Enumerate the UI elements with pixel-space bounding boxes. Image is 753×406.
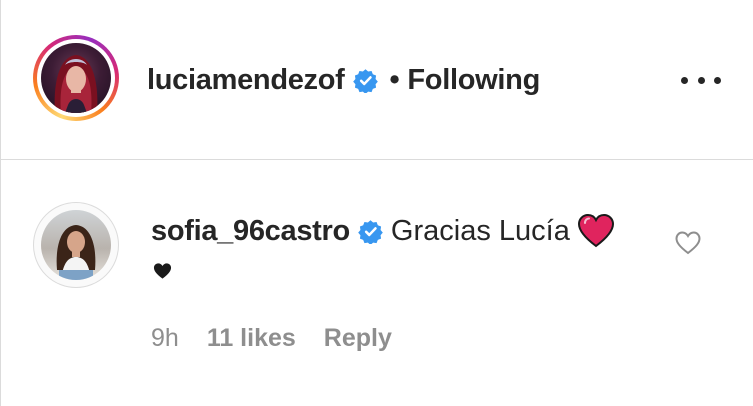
author-avatar [41, 43, 111, 113]
more-options-icon[interactable] [681, 68, 721, 92]
verified-badge-icon [358, 219, 383, 244]
author-username[interactable]: luciamendezof [147, 64, 345, 97]
story-ring[interactable] [33, 35, 119, 121]
separator-dot: • [389, 63, 400, 96]
heart-outline-icon[interactable] [675, 231, 701, 255]
following-button[interactable]: Following [407, 64, 540, 97]
comment-text: Gracias Lucía [390, 214, 570, 247]
comment-panel: luciamendezof • Following sofia_96castro [0, 0, 753, 406]
post-header: luciamendezof • Following [1, 0, 753, 160]
comment-body-line2 [153, 259, 172, 283]
comment-likes-count[interactable]: 11 likes [207, 324, 296, 353]
comment-body: sofia_96castro Gracias Lucía [151, 213, 614, 249]
commenter-username[interactable]: sofia_96castro [151, 215, 350, 248]
verified-badge-icon [352, 68, 378, 93]
black-heart-icon [153, 263, 172, 279]
commenter-avatar[interactable] [33, 202, 119, 288]
comment-timestamp[interactable]: 9h [151, 324, 179, 353]
red-heart-icon [577, 214, 614, 248]
header-username-row: luciamendezof • Following [147, 62, 540, 98]
comment-meta: 9h 11 likes Reply [151, 322, 392, 354]
reply-button[interactable]: Reply [324, 324, 392, 353]
